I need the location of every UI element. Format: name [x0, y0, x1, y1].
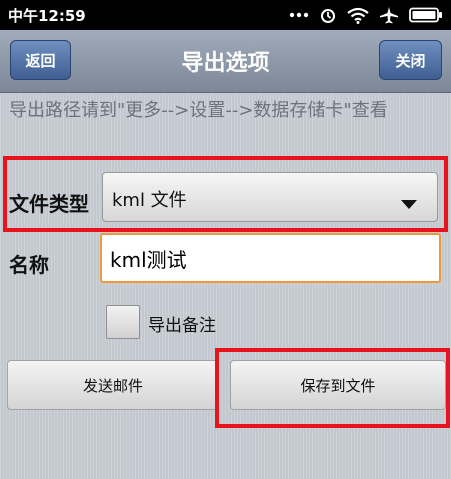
airplane-icon — [379, 6, 399, 24]
name-label: 名称 — [9, 253, 49, 277]
title-bar: 返回 导出选项 关闭 — [0, 30, 451, 93]
close-button[interactable]: 关闭 — [379, 40, 442, 80]
export-notes-checkbox[interactable] — [106, 305, 140, 339]
status-icons — [289, 4, 443, 26]
file-type-dropdown[interactable]: kml 文件 — [102, 172, 438, 222]
dots-icon — [289, 12, 309, 18]
dropdown-arrow-icon — [401, 194, 417, 213]
status-bar: 中午12:59 — [0, 0, 451, 30]
export-path-hint: 导出路径请到"更多-->设置-->数据存储卡"查看 — [9, 100, 388, 121]
send-email-button[interactable]: 发送邮件 — [7, 360, 219, 410]
file-type-value: kml 文件 — [112, 190, 187, 211]
battery-icon — [409, 7, 443, 23]
name-input[interactable] — [100, 233, 441, 283]
status-time: 中午12:59 — [8, 7, 86, 25]
export-notes-label: 导出备注 — [148, 316, 216, 336]
save-to-file-button[interactable]: 保存到文件 — [230, 360, 446, 410]
file-type-label: 文件类型 — [9, 192, 89, 216]
wifi-icon — [347, 7, 369, 24]
alarm-icon — [319, 6, 337, 24]
